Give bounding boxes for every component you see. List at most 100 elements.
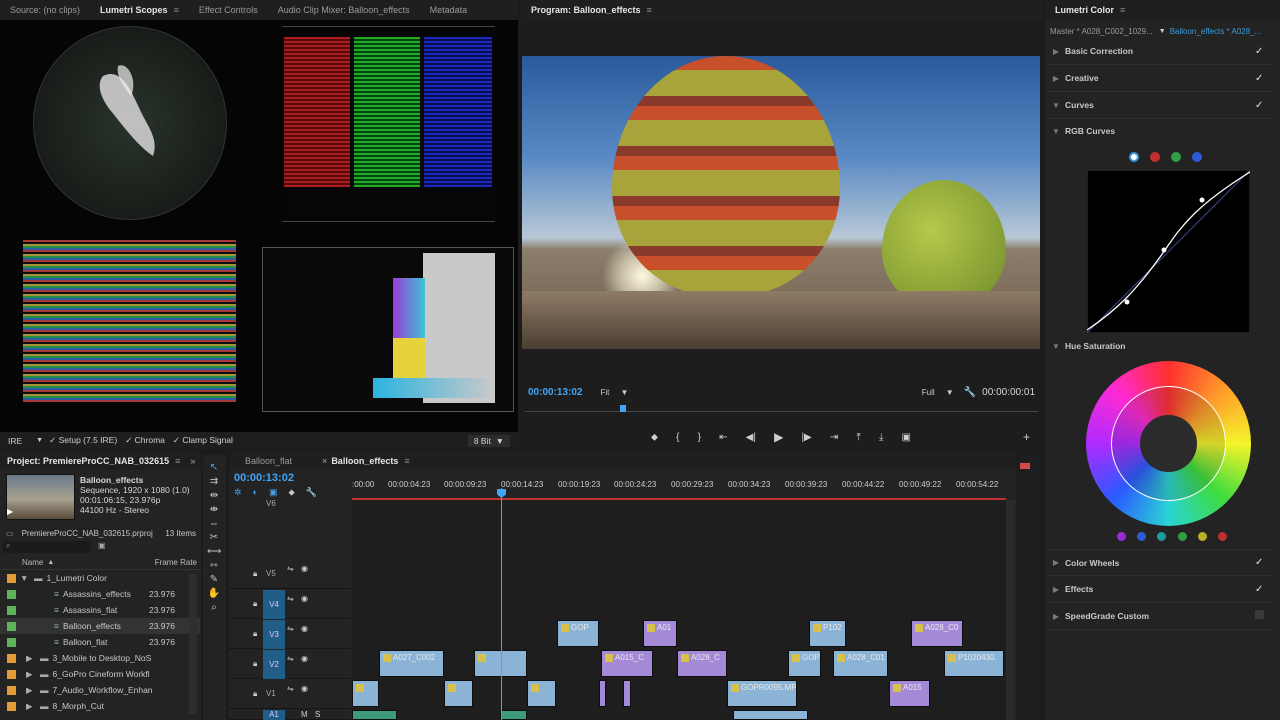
panel-menu-icon[interactable]: ≡ (174, 0, 179, 20)
disclosure-open-icon[interactable]: ▼ (20, 573, 30, 583)
list-item[interactable]: ≡ Balloon_effects 23.976 (0, 618, 200, 634)
disclosure-closed-icon[interactable]: ▶ (26, 685, 36, 696)
clip-v1[interactable] (599, 680, 606, 707)
tab-audio-clip-mixer[interactable]: Audio Clip Mixer: Balloon_effects (268, 0, 420, 20)
list-item[interactable]: ▶ ▬ 6_GoPro Cineform Workfl (0, 666, 200, 682)
slide-tool-icon[interactable]: ⇿ (207, 560, 221, 574)
channel-red-dot[interactable] (1150, 152, 1160, 162)
master-clip-tab[interactable]: Master * A028_C002_1029... (1050, 27, 1153, 36)
disclosure-closed-icon[interactable]: ▶ (26, 653, 36, 664)
channel-blue-dot[interactable] (1192, 152, 1202, 162)
track-target-v4[interactable]: V4 (263, 590, 285, 619)
project-scrollbar[interactable] (189, 574, 197, 714)
lift-icon[interactable]: ⤒ (856, 432, 860, 443)
ire-select[interactable]: IRE (8, 436, 22, 446)
timeline-timecode[interactable]: 00:00:13:02 (234, 472, 294, 484)
collapse-icon[interactable]: ▼ (1047, 342, 1065, 351)
thumbnail-play-icon[interactable]: ▶ (7, 507, 13, 516)
expand-panels-icon[interactable]: » (190, 456, 195, 466)
hand-tool-icon[interactable]: ✋ (207, 588, 221, 602)
tab-program[interactable]: Program: Balloon_effects ≡ (521, 0, 662, 20)
effect-clip-tab[interactable]: Balloon_effects * A028_... (1170, 27, 1261, 36)
lock-icon[interactable]: 🔒︎ (253, 659, 257, 669)
swatch-green-dot[interactable] (1177, 532, 1187, 541)
track-target-v2[interactable]: V2 (263, 650, 285, 679)
panel-menu-icon[interactable]: ≡ (175, 452, 180, 470)
program-playhead-marker[interactable] (620, 405, 626, 412)
export-frame-icon[interactable]: ▣ (902, 432, 911, 443)
fit-select[interactable]: Fit ▼ (600, 388, 628, 397)
button-editor-plus-icon[interactable]: + (1023, 430, 1030, 444)
clip-v1[interactable]: GOPR0095.MP (727, 680, 797, 707)
track-select-tool-icon[interactable]: ⇉ (207, 476, 221, 490)
clip-dropdown-icon[interactable]: ▼ (1159, 28, 1166, 35)
timeline-ruler[interactable]: :00:00 00:00:04:23 00:00:09:23 00:00:14:… (352, 470, 1006, 500)
clip-v1[interactable] (444, 680, 473, 707)
clip-a1[interactable] (352, 710, 397, 720)
collapse-icon[interactable]: ▼ (1047, 101, 1065, 110)
pen-tool-icon[interactable]: ✎ (207, 574, 221, 588)
rolling-edit-tool-icon[interactable]: ⇼ (207, 504, 221, 518)
clip-v2[interactable]: P1020430. (944, 650, 1004, 677)
clip-v1[interactable] (527, 680, 556, 707)
go-to-in-icon[interactable]: ⇤ (719, 432, 727, 443)
nest-icon[interactable]: ▣ (269, 487, 278, 499)
tab-effect-controls[interactable]: Effect Controls (189, 0, 268, 20)
toggle-sync-icon[interactable]: ⇋ (287, 684, 294, 693)
step-forward-icon[interactable]: |▶ (801, 432, 811, 443)
project-search-input[interactable]: ⌕ (3, 541, 91, 553)
list-item[interactable]: ▶ ▬ 7_Audio_Workflow_Enhan (0, 682, 200, 698)
wrench-icon[interactable]: 🔧 (964, 387, 976, 398)
mark-in-icon[interactable]: { (676, 432, 679, 443)
section-speedgrade-custom[interactable]: ▶ SpeedGrade Custom (1047, 603, 1273, 630)
toggle-sync-icon[interactable]: ⇋ (287, 594, 294, 603)
column-frame-rate[interactable]: Frame Rate (155, 558, 197, 567)
clip-v1[interactable]: A015 (889, 680, 930, 707)
channel-green-dot[interactable] (1171, 152, 1181, 162)
swatch-yellow-dot[interactable] (1197, 532, 1207, 541)
clip-v2[interactable]: A015_C (601, 650, 653, 677)
panel-menu-icon[interactable]: ≡ (647, 0, 652, 20)
zoom-tool-icon[interactable]: ⌕ (207, 602, 221, 616)
tab-lumetri-color[interactable]: Lumetri Color ≡ (1045, 0, 1135, 20)
eye-icon[interactable]: ◉ (301, 594, 308, 603)
section-curves[interactable]: ▼ Curves ✓ (1047, 92, 1273, 119)
lock-icon[interactable]: 🔒︎ (253, 599, 257, 609)
enable-checkbox[interactable]: ✓ (1255, 557, 1273, 568)
extract-icon[interactable]: ⤓ (879, 432, 883, 443)
list-item[interactable]: ▼ ▬ 1_Lumetri Color (0, 570, 200, 586)
toggle-sync-icon[interactable]: ⇋ (287, 624, 294, 633)
clip-v1[interactable] (623, 680, 631, 707)
clamp-signal-checkbox[interactable]: ✓ Clamp Signal (173, 435, 233, 446)
clip-a1[interactable] (500, 710, 527, 720)
clip-thumbnail[interactable] (6, 474, 75, 520)
list-item[interactable]: ▶ ▬ 8_Morph_Cut (0, 698, 200, 714)
razor-tool-icon[interactable]: ✂ (207, 532, 221, 546)
list-item[interactable]: ▶ ▬ 3_Mobile to Desktop_NoS (0, 650, 200, 666)
rgb-curve-graph[interactable] (1087, 170, 1250, 333)
program-scrubber[interactable] (525, 404, 1038, 412)
eye-icon[interactable]: ◉ (301, 624, 308, 633)
disclosure-closed-icon[interactable]: ▶ (26, 701, 36, 712)
channel-luma-dot[interactable] (1129, 152, 1139, 162)
collapse-icon[interactable]: ▼ (1047, 127, 1065, 136)
mute-button[interactable]: M (301, 710, 308, 719)
tab-project[interactable]: Project: PremiereProCC_NAB_032615 ≡ (0, 452, 190, 470)
tab-balloon-flat[interactable]: Balloon_flat (229, 452, 302, 470)
expand-icon[interactable]: ▶ (1047, 612, 1065, 621)
lock-icon[interactable]: 🔒︎ (253, 569, 257, 579)
tab-metadata[interactable]: Metadata (420, 0, 478, 20)
disclosure-closed-icon[interactable]: ▶ (26, 669, 36, 680)
enable-checkbox[interactable]: ✓ (1255, 584, 1273, 595)
tab-source[interactable]: Source: (no clips) (0, 0, 90, 20)
lock-icon[interactable]: 🔒︎ (253, 689, 257, 699)
tab-lumetri-scopes[interactable]: Lumetri Scopes ≡ (90, 0, 189, 20)
swatch-red-dot[interactable] (1217, 532, 1227, 541)
timeline-scrollbar[interactable] (1006, 500, 1015, 720)
lock-icon[interactable]: 🔒︎ (253, 629, 257, 639)
enable-checkbox[interactable]: ✓ (1255, 73, 1273, 84)
ire-dropdown-icon[interactable]: ▼ (36, 437, 43, 444)
hue-saturation-wheel[interactable] (1086, 361, 1251, 526)
eye-icon[interactable]: ◉ (301, 654, 308, 663)
expand-icon[interactable]: ▶ (1047, 74, 1065, 83)
